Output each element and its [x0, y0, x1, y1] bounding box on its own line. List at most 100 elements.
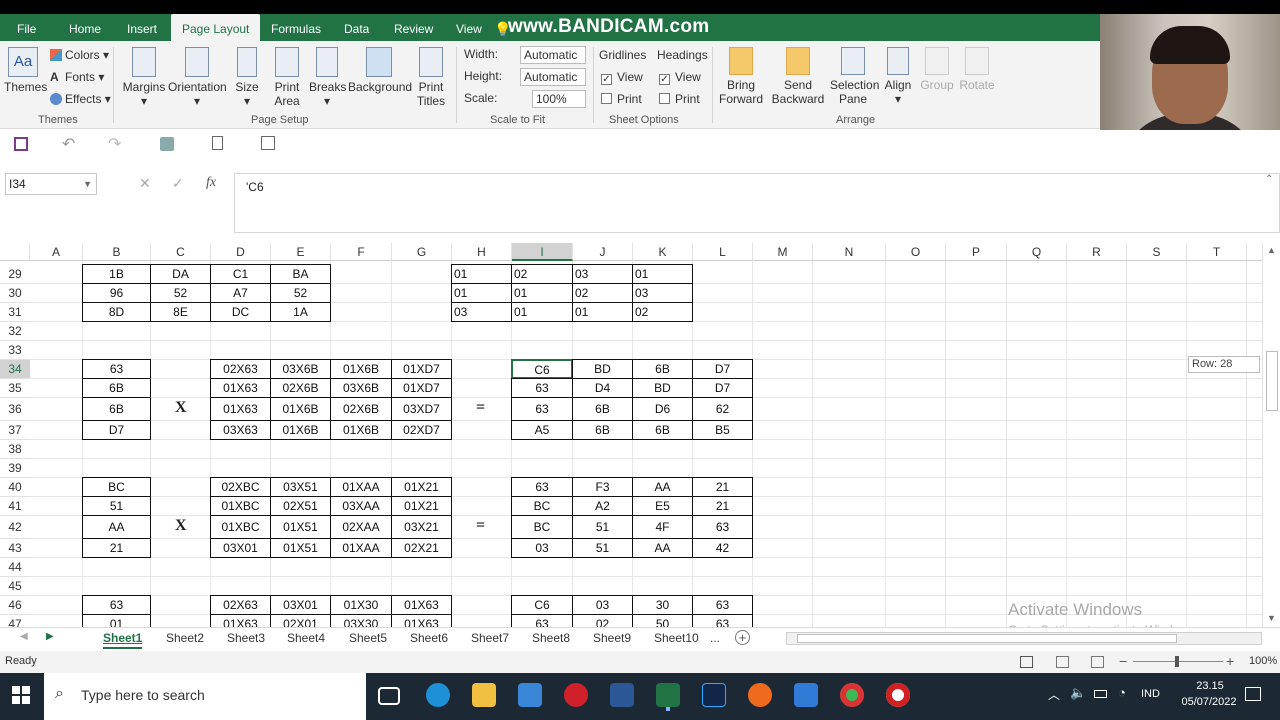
- cell-b37[interactable]: D7: [82, 420, 151, 440]
- firefox-icon[interactable]: [748, 683, 772, 707]
- cell-b40[interactable]: BC: [82, 477, 151, 497]
- bandicam-icon[interactable]: [886, 683, 910, 707]
- cell-j40[interactable]: F3: [572, 477, 633, 497]
- cell-k43[interactable]: AA: [632, 538, 693, 558]
- cell-e37[interactable]: 01X6B: [270, 420, 331, 440]
- column-header-j[interactable]: J: [573, 243, 633, 261]
- cell-g47[interactable]: 01X63: [391, 614, 452, 627]
- tab-insert[interactable]: Insert: [127, 14, 157, 41]
- cell-f35[interactable]: 03X6B: [330, 378, 392, 398]
- cell-g36[interactable]: 03XD7: [391, 397, 452, 421]
- background-button[interactable]: Background: [348, 47, 412, 94]
- cell-e35[interactable]: 02X6B: [270, 378, 331, 398]
- column-header-l[interactable]: L: [693, 243, 753, 261]
- cell-d36[interactable]: 01X63: [210, 397, 271, 421]
- cancel-icon[interactable]: ✕: [139, 175, 151, 192]
- cell-j37[interactable]: 6B: [572, 420, 633, 440]
- column-header-e[interactable]: E: [271, 243, 331, 261]
- tab-file[interactable]: File: [17, 14, 36, 41]
- cell-b31[interactable]: 8D: [82, 302, 151, 322]
- function-icon[interactable]: fx: [206, 175, 216, 191]
- cell-k42[interactable]: 4F: [632, 515, 693, 539]
- column-header-s[interactable]: S: [1127, 243, 1187, 261]
- cell-l47[interactable]: 63: [692, 614, 753, 627]
- cell-e36[interactable]: 01X6B: [270, 397, 331, 421]
- headings-view-checkbox[interactable]: ✓ View: [659, 69, 701, 85]
- cell-l46[interactable]: 63: [692, 595, 753, 615]
- zoom-level[interactable]: 100%: [1249, 655, 1277, 667]
- page-break-view-icon[interactable]: [1091, 656, 1104, 668]
- cell-i41[interactable]: BC: [511, 496, 573, 516]
- cell-e40[interactable]: 03X51: [270, 477, 331, 497]
- cell-d42[interactable]: 01XBC: [210, 515, 271, 539]
- column-header-b[interactable]: B: [83, 243, 151, 261]
- sheet-tab[interactable]: Sheet4: [287, 628, 325, 649]
- column-header-i[interactable]: I: [512, 243, 573, 261]
- sheet-tab[interactable]: Sheet10: [654, 628, 699, 649]
- battery-icon[interactable]: [1094, 690, 1107, 698]
- equals-symbol[interactable]: =: [476, 399, 485, 417]
- cell-j41[interactable]: A2: [572, 496, 633, 516]
- clock-date[interactable]: 05/07/2022: [1174, 696, 1244, 708]
- cell-b35[interactable]: 6B: [82, 378, 151, 398]
- cell-k31[interactable]: 02: [632, 302, 693, 322]
- row-header-31[interactable]: 31: [0, 303, 30, 322]
- cell-k37[interactable]: 6B: [632, 420, 693, 440]
- page-layout-view-icon[interactable]: [1056, 656, 1069, 668]
- cell-h31[interactable]: 03: [451, 302, 512, 322]
- cell-k35[interactable]: BD: [632, 378, 693, 398]
- tab-page-layout[interactable]: Page Layout: [171, 14, 261, 41]
- cell-j34[interactable]: BD: [572, 359, 633, 379]
- new-file-icon[interactable]: [212, 136, 223, 150]
- cell-g37[interactable]: 02XD7: [391, 420, 452, 440]
- multiply-symbol[interactable]: X: [175, 517, 187, 535]
- notifications-icon[interactable]: [1245, 687, 1261, 701]
- spellcheck-icon[interactable]: [160, 137, 174, 151]
- chrome-icon[interactable]: [840, 683, 864, 707]
- cell-k36[interactable]: D6: [632, 397, 693, 421]
- column-header-g[interactable]: G: [392, 243, 452, 261]
- column-header-d[interactable]: D: [211, 243, 271, 261]
- row-header-44[interactable]: 44: [0, 558, 30, 577]
- cell-d37[interactable]: 03X63: [210, 420, 271, 440]
- cell-i47[interactable]: 63: [511, 614, 573, 627]
- wifi-icon[interactable]: ◔: [1118, 685, 1126, 700]
- cell-i40[interactable]: 63: [511, 477, 573, 497]
- rotate-button[interactable]: Rotate: [958, 47, 996, 92]
- formula-input[interactable]: 'C6: [234, 173, 1280, 233]
- add-sheet-icon[interactable]: +: [735, 630, 750, 645]
- cell-g43[interactable]: 02X21: [391, 538, 452, 558]
- cell-c29[interactable]: DA: [150, 264, 211, 284]
- cell-e41[interactable]: 02X51: [270, 496, 331, 516]
- print-preview-icon[interactable]: [261, 136, 275, 150]
- taskbar-search-box[interactable]: ⌕ Type here to search: [44, 673, 366, 720]
- cell-l42[interactable]: 63: [692, 515, 753, 539]
- cell-g42[interactable]: 03X21: [391, 515, 452, 539]
- cell-b41[interactable]: 51: [82, 496, 151, 516]
- volume-icon[interactable]: 🔈: [1070, 685, 1086, 701]
- cell-l35[interactable]: D7: [692, 378, 753, 398]
- cell-g34[interactable]: 01XD7: [391, 359, 452, 379]
- cell-f37[interactable]: 01X6B: [330, 420, 392, 440]
- cell-d43[interactable]: 03X01: [210, 538, 271, 558]
- cell-j42[interactable]: 51: [572, 515, 633, 539]
- cell-c31[interactable]: 8E: [150, 302, 211, 322]
- zoom-out-icon[interactable]: −: [1119, 653, 1127, 669]
- cell-e43[interactable]: 01X51: [270, 538, 331, 558]
- scroll-first-sheet-icon[interactable]: ◀: [20, 631, 28, 642]
- row-header-32[interactable]: 32: [0, 322, 30, 341]
- sheet-tab[interactable]: Sheet9: [593, 628, 631, 649]
- excel-icon[interactable]: [656, 683, 680, 707]
- sheet-tab[interactable]: Sheet7: [471, 628, 509, 649]
- cell-j36[interactable]: 6B: [572, 397, 633, 421]
- cell-j35[interactable]: D4: [572, 378, 633, 398]
- sheet-tab[interactable]: Sheet5: [349, 628, 387, 649]
- cell-h29[interactable]: 01: [451, 264, 512, 284]
- undo-icon[interactable]: ↶: [62, 134, 75, 154]
- margins-button[interactable]: Margins ▾: [122, 47, 166, 108]
- cell-i43[interactable]: 03: [511, 538, 573, 558]
- cell-k46[interactable]: 30: [632, 595, 693, 615]
- tab-view[interactable]: View: [456, 14, 482, 41]
- mail-icon[interactable]: [794, 683, 818, 707]
- height-select[interactable]: Automatic: [520, 68, 586, 86]
